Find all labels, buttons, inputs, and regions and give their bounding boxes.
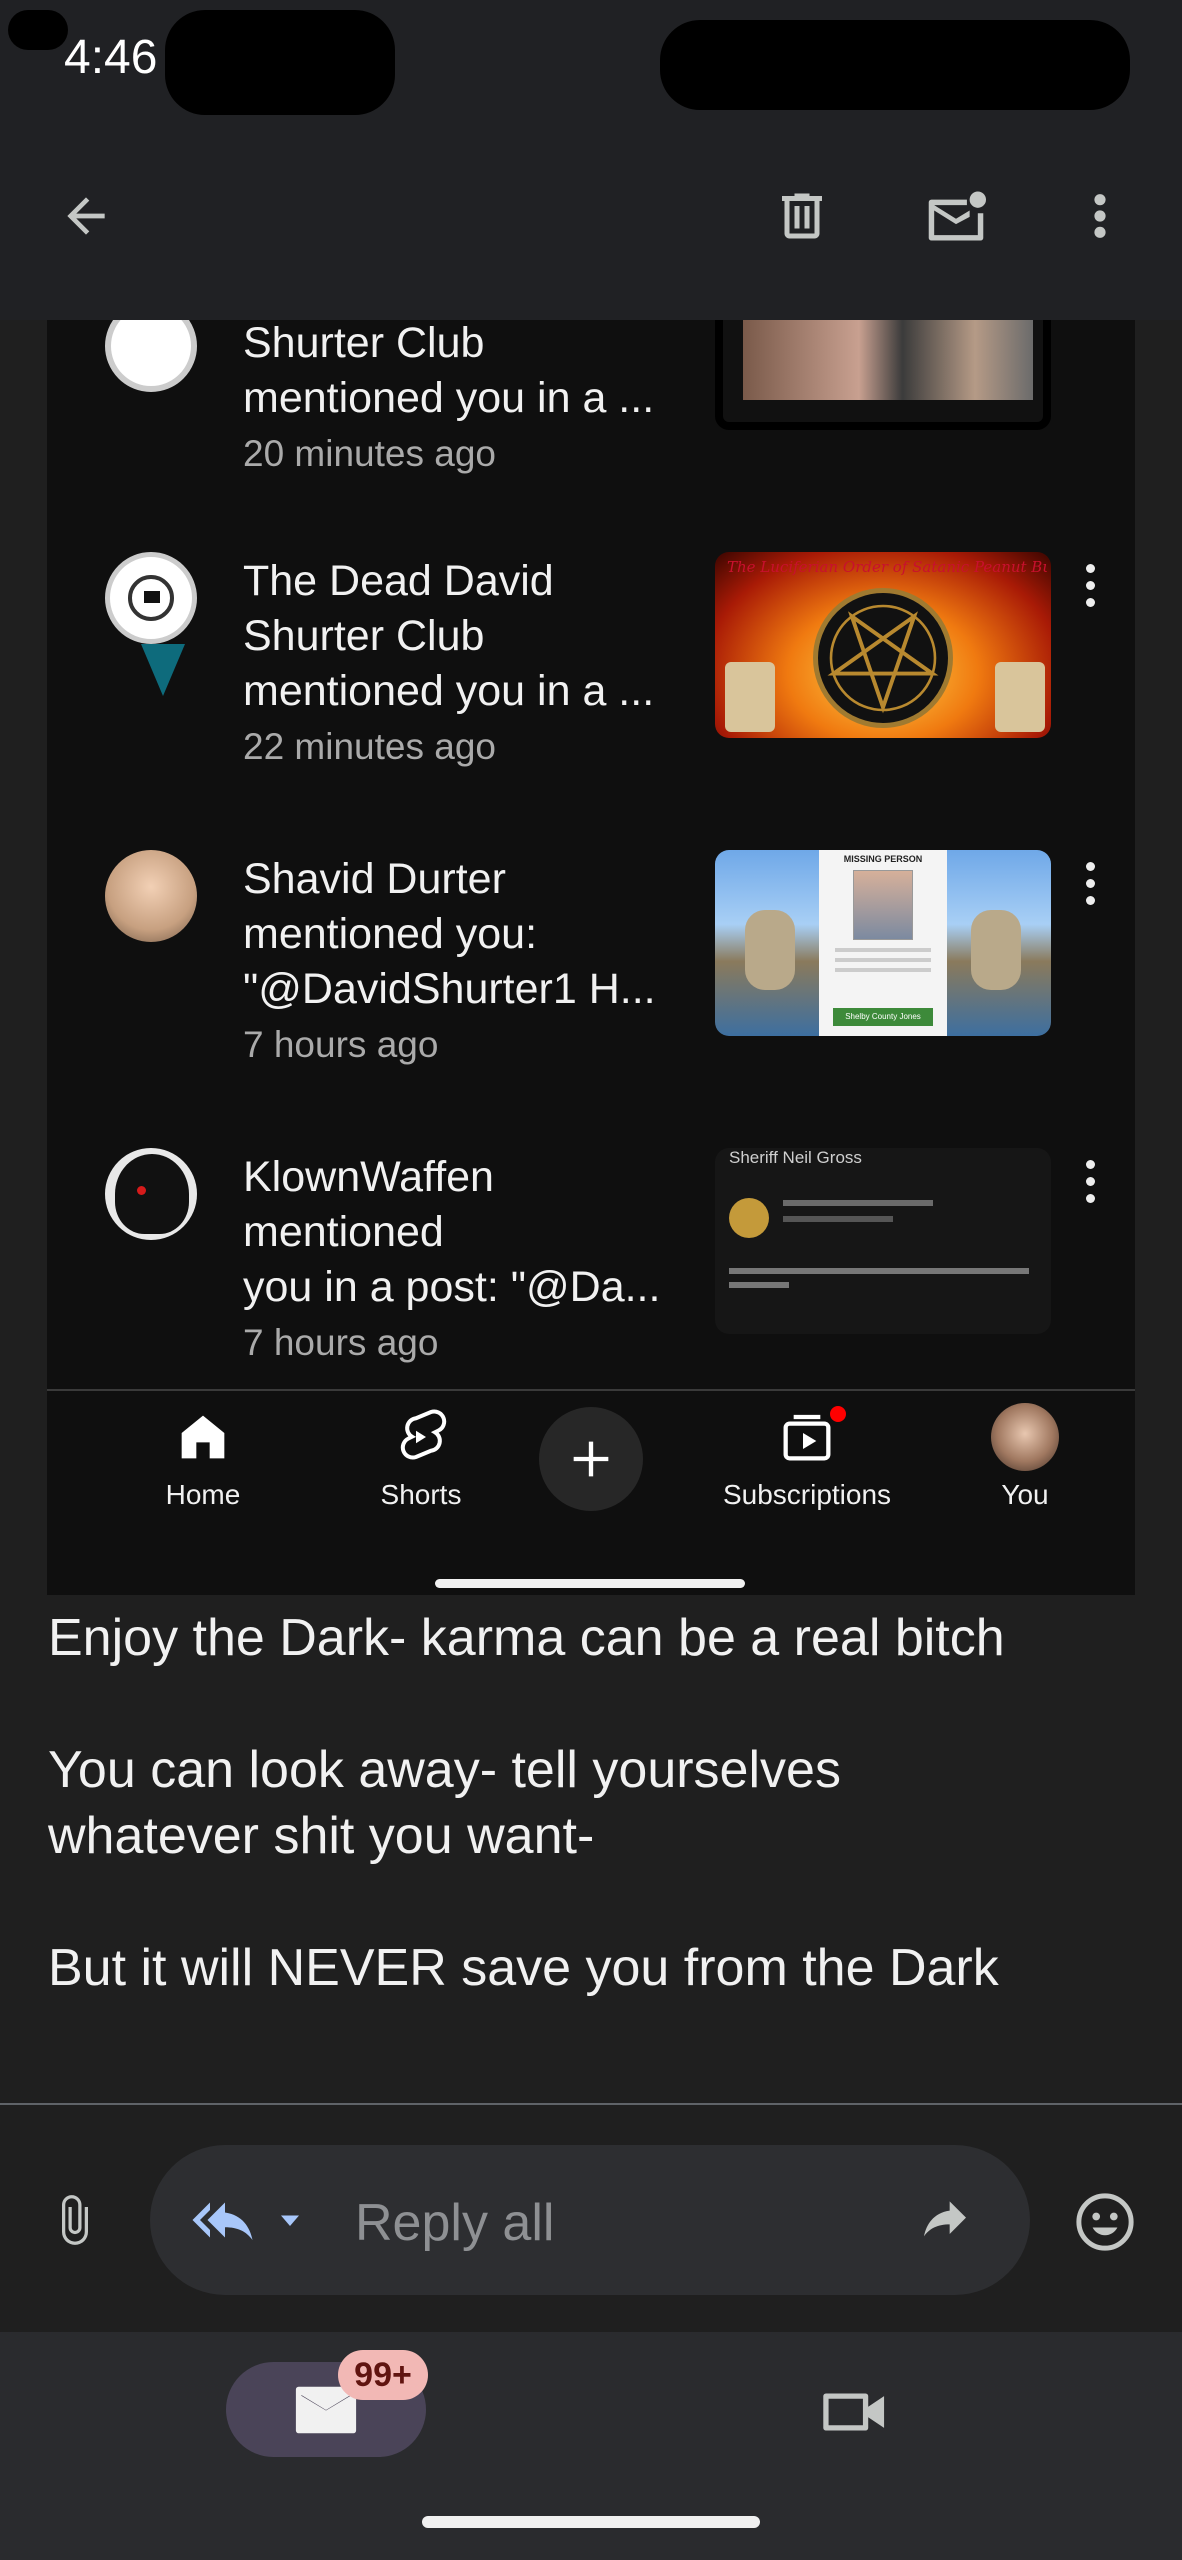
status-bar: 4:46 bbox=[0, 0, 1182, 130]
notification-text: KlownWaffen bbox=[243, 1153, 494, 1201]
forward-button[interactable] bbox=[910, 2185, 980, 2255]
reply-all-placeholder[interactable]: Reply all bbox=[355, 2193, 554, 2253]
delete-button[interactable] bbox=[766, 180, 838, 252]
location-pin-mark bbox=[141, 644, 185, 696]
forward-icon bbox=[924, 2201, 966, 2237]
avatar bbox=[105, 552, 197, 644]
email-body-paragraph: You can look away- tell yourselves whate… bbox=[48, 1741, 841, 1865]
notification-text: mentioned you in a ... bbox=[243, 667, 655, 715]
yt-nav-subscriptions[interactable]: Subscriptions bbox=[707, 1391, 907, 1510]
emoji-button[interactable] bbox=[1068, 2185, 1142, 2259]
notification-menu-button[interactable] bbox=[1084, 564, 1098, 615]
notification-text: The Dead David bbox=[243, 557, 554, 605]
reply-bar: Reply all bbox=[0, 2105, 1182, 2330]
top-app-bar bbox=[0, 130, 1182, 320]
avatar bbox=[991, 1403, 1059, 1471]
redaction-mark bbox=[660, 20, 1130, 110]
yt-nav-label: Subscriptions bbox=[722, 1479, 892, 1510]
yt-nav-home[interactable]: Home bbox=[103, 1391, 303, 1510]
pentagram-seal bbox=[813, 588, 953, 728]
unread-badge: 99+ bbox=[338, 2350, 428, 2400]
notification-text: Shurter Club bbox=[243, 320, 485, 367]
reply-all-icon bbox=[192, 2202, 253, 2240]
notification-menu-button[interactable] bbox=[1084, 1160, 1098, 1211]
notification-text: you in a post: "@Da... bbox=[243, 1263, 661, 1311]
notification-menu-button[interactable] bbox=[1084, 862, 1098, 913]
smiley-icon bbox=[1076, 2193, 1134, 2251]
yt-nav-label: Home bbox=[165, 1479, 241, 1510]
avatar bbox=[105, 850, 197, 942]
youtube-bottom-nav: Home Shorts Subscriptions You bbox=[47, 1389, 1135, 1595]
mark-unread-icon bbox=[928, 191, 986, 241]
thumbnail-caption: Sheriff Neil Gross bbox=[729, 1148, 862, 1167]
notification-item: Shurter Club mentioned you in a ... 20 m… bbox=[47, 320, 1135, 530]
redaction-mark bbox=[8, 10, 68, 50]
notification-text: mentioned you in a ... bbox=[243, 374, 655, 422]
email-body-paragraph: Enjoy the Dark- karma can be a real bitc… bbox=[48, 1609, 1005, 1667]
notification-thumbnail: Sheriff Neil Gross bbox=[715, 1148, 1051, 1334]
notification-time: 20 minutes ago bbox=[243, 433, 497, 474]
reply-all-button[interactable] bbox=[190, 2185, 260, 2255]
more-options-button[interactable] bbox=[1080, 180, 1120, 252]
notification-thumbnail: The Luciferian Order of Satanic Peanut B… bbox=[715, 552, 1051, 738]
delete-icon bbox=[782, 193, 822, 239]
notification-thumbnail: MISSING PERSON Shelby County Jones bbox=[715, 850, 1051, 1036]
status-time: 4:46 bbox=[64, 31, 158, 84]
avatar bbox=[105, 320, 197, 392]
avatar bbox=[105, 1148, 197, 1240]
mark-unread-button[interactable] bbox=[918, 180, 994, 252]
home-icon bbox=[181, 1415, 225, 1459]
notification-item: The Dead David Shurter Club mentioned yo… bbox=[47, 552, 1135, 842]
arrow-back-icon bbox=[67, 197, 105, 235]
bottom-nav: 99+ bbox=[0, 2332, 1182, 2560]
redaction-mark bbox=[165, 10, 395, 115]
attach-button[interactable] bbox=[40, 2185, 110, 2255]
yt-nav-you[interactable]: You bbox=[925, 1391, 1125, 1510]
notification-text: Shavid Durter bbox=[243, 855, 506, 903]
notification-text: mentioned you: bbox=[243, 910, 538, 958]
notification-time: 7 hours ago bbox=[243, 1322, 439, 1363]
more-vert-icon bbox=[1094, 194, 1106, 238]
nav-meet[interactable] bbox=[810, 2372, 900, 2452]
notification-text: "@DavidShurter1 H... bbox=[243, 965, 656, 1013]
email-body: Enjoy the Dark- karma can be a real bitc… bbox=[48, 1605, 1148, 2067]
shorts-icon bbox=[400, 1409, 447, 1460]
notification-time: 7 hours ago bbox=[243, 1024, 439, 1065]
plus-icon bbox=[573, 1441, 609, 1477]
thumbnail-caption: The Luciferian Order of Satanic Peanut B… bbox=[727, 558, 1047, 576]
notification-text: Shurter Club bbox=[243, 612, 485, 660]
pentagram-icon bbox=[827, 604, 939, 714]
home-indicator bbox=[422, 2516, 760, 2528]
embedded-home-indicator bbox=[435, 1579, 745, 1588]
thumbnail-caption: MISSING PERSON bbox=[843, 854, 923, 864]
yt-nav-create[interactable] bbox=[491, 1391, 691, 1511]
reply-field[interactable]: Reply all bbox=[150, 2145, 1030, 2295]
embedded-screenshot[interactable]: Shurter Club mentioned you in a ... 20 m… bbox=[47, 320, 1135, 1595]
dropdown-arrow-icon[interactable] bbox=[272, 2202, 308, 2238]
back-button[interactable] bbox=[50, 180, 122, 252]
paperclip-icon bbox=[62, 2195, 88, 2245]
notification-text: mentioned bbox=[243, 1208, 444, 1256]
notification-thumbnail bbox=[715, 320, 1051, 430]
notification-item: Shavid Durter mentioned you: "@DavidShur… bbox=[47, 850, 1135, 1140]
thumbnail-caption: Shelby County Jones bbox=[833, 1008, 933, 1026]
yt-nav-label: You bbox=[1001, 1479, 1049, 1510]
video-camera-icon bbox=[823, 2393, 885, 2431]
email-body-paragraph: But it will NEVER save you from the Dark bbox=[48, 1939, 999, 1997]
notification-dot bbox=[827, 1403, 849, 1425]
notification-time: 22 minutes ago bbox=[243, 726, 497, 767]
